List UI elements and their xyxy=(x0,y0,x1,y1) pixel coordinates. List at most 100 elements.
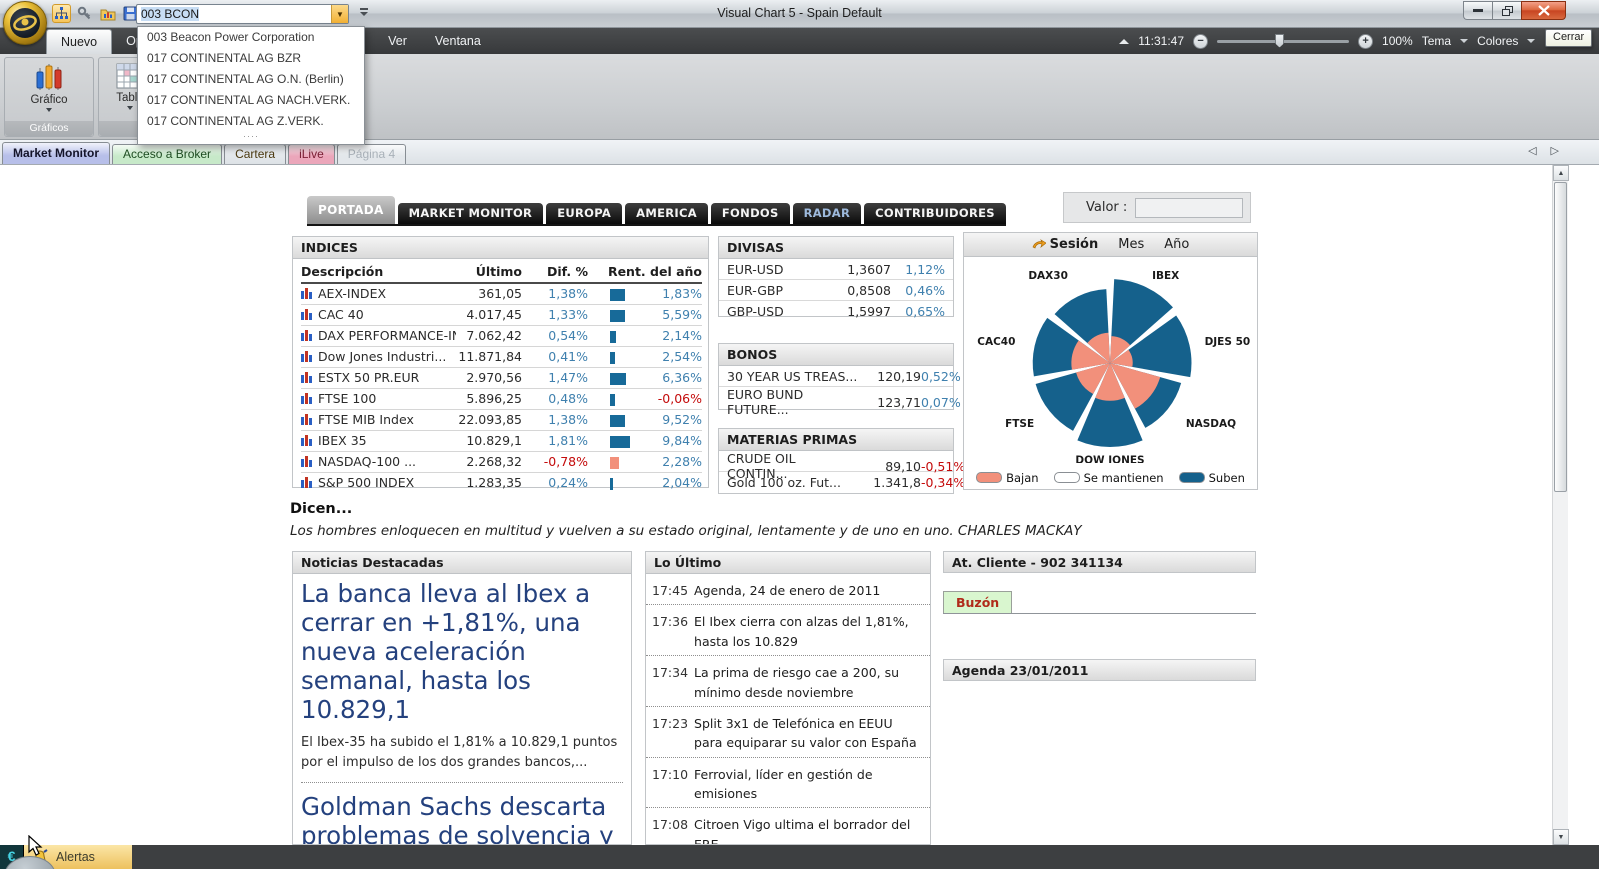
portal-tab-fondos[interactable]: FONDOS xyxy=(710,203,790,224)
index-row[interactable]: ESTX 50 PR.EUR 2.970,56 1,47% 6,36% xyxy=(301,367,702,389)
doc-tab-acceso-a-broker[interactable]: Acceso a Broker xyxy=(112,144,223,164)
portal-tab-market-monitor[interactable]: MARKET MONITOR xyxy=(397,203,544,224)
tab-scroll-arrows[interactable]: ◁▷ xyxy=(1528,144,1573,157)
symbol-input[interactable]: 003 BCON xyxy=(137,7,331,21)
zoom-out-button[interactable]: − xyxy=(1193,33,1209,49)
restore-button[interactable] xyxy=(1492,1,1521,20)
index-row[interactable]: Dow Jones Industri... 11.871,84 0,41% 2,… xyxy=(301,346,702,368)
doc-tab-cartera[interactable]: Cartera xyxy=(224,144,287,164)
index-row[interactable]: AEX-INDEX 361,05 1,38% 1,83% xyxy=(301,283,702,305)
grafico-dropdown-icon xyxy=(46,108,52,112)
legend-item-suben: Suben xyxy=(1178,471,1245,485)
dropdown-more-indicator[interactable]: ···· xyxy=(138,132,364,144)
svg-text:NASDAQ: NASDAQ xyxy=(1186,418,1236,430)
index-row[interactable]: S&P 500 INDEX 1.283,35 0,24% 2,04% xyxy=(301,472,702,493)
news-headline[interactable]: La banca lleva al Ibex a cerrar en +1,81… xyxy=(301,579,623,725)
collapse-ribbon-icon[interactable] xyxy=(1119,38,1130,44)
divisas-row[interactable]: EUR-GBP 0,8508 0,46% xyxy=(719,280,953,301)
portal-tab-contribuidores[interactable]: CONTRIBUIDORES xyxy=(864,203,1006,224)
index-row[interactable]: DAX PERFORMANCE-IN... 7.062,42 0,54% 2,1… xyxy=(301,325,702,347)
doc-tab-ilive[interactable]: iLive xyxy=(288,144,335,164)
svg-text:CAC40: CAC40 xyxy=(977,336,1015,348)
index-row[interactable]: NASDAQ-100 ... 2.268,32 -0,78% 2,28% xyxy=(301,451,702,473)
chart-tab-sesión[interactable]: Sesión xyxy=(1032,237,1098,252)
ribbon-tab-nuevo[interactable]: Nuevo xyxy=(46,29,113,54)
app-logo[interactable] xyxy=(3,1,47,45)
symbol-dropdown-item[interactable]: 017 CONTINENTAL AG NACH.VERK. xyxy=(138,90,364,111)
scroll-down-button[interactable]: ▼ xyxy=(1553,829,1569,845)
customize-toolbar-icon[interactable] xyxy=(358,7,370,21)
market-breadth-panel: Sesión Mes Año IBEX DJES 50 NASDAQ DOW JONES F… xyxy=(963,232,1258,490)
chart-tab-mes[interactable]: Mes xyxy=(1118,237,1144,252)
tema-menu[interactable]: Tema xyxy=(1422,34,1451,48)
mini-chart-icon xyxy=(301,287,313,302)
vertical-scrollbar[interactable]: ▲ ▼ xyxy=(1552,165,1569,845)
materias-row[interactable]: Gold 100 oz. Fut... 1.341,8 -0,34% xyxy=(719,472,965,493)
zoom-level: 100% xyxy=(1382,34,1413,48)
symbol-dropdown-item[interactable]: 017 CONTINENTAL AG BZR xyxy=(138,48,364,69)
divisas-title: DIVISAS xyxy=(719,237,953,259)
materias-row[interactable]: CRUDE OIL CONTIN... 89,10 -0,51% xyxy=(719,451,965,481)
symbol-combobox[interactable]: 003 BCON ▼ xyxy=(136,4,349,24)
colores-dropdown-icon[interactable] xyxy=(1527,39,1536,43)
zoom-slider[interactable] xyxy=(1217,33,1350,48)
bonos-row[interactable]: 30 YEAR US TREAS... 120,19 0,52% xyxy=(719,366,961,387)
bonos-row[interactable]: EURO BUND FUTURE... 123,71 0,07% xyxy=(719,387,961,417)
close-button[interactable] xyxy=(1521,1,1566,20)
buzon-tab[interactable]: Buzón xyxy=(943,591,1013,613)
doc-tab-página-4[interactable]: Página 4 xyxy=(336,144,407,164)
divisas-row[interactable]: GBP-USD 1,5997 0,65% xyxy=(719,301,953,322)
dif-bar xyxy=(610,477,613,490)
portal-tab-america[interactable]: AMERICA xyxy=(625,203,708,224)
lo-ultimo-item[interactable]: 17:45 Agenda, 24 de enero de 2011 xyxy=(646,574,930,606)
materias-rows: CRUDE OIL CONTIN... 89,10 -0,51% Gold 100… xyxy=(719,451,965,493)
minimize-icon xyxy=(1473,9,1483,12)
chart-tabs: Sesión Mes Año xyxy=(964,233,1257,257)
lo-ultimo-item[interactable]: 17:36 El Ibex cierra con alzas del 1,81%,… xyxy=(646,605,930,657)
portal-tab-portada[interactable]: PORTADA xyxy=(307,196,395,224)
tema-dropdown-icon[interactable] xyxy=(1460,39,1469,43)
index-row[interactable]: CAC 40 4.017,45 1,33% 5,59% xyxy=(301,304,702,326)
status-bar: € Alertas xyxy=(0,845,1599,869)
symbol-dropdown-item[interactable]: 003 Beacon Power Corporation xyxy=(138,27,364,48)
grafico-button[interactable]: Gráfico xyxy=(20,62,78,122)
lo-ultimo-item[interactable]: 17:34 La prima de riesgo cae a 200, su mí… xyxy=(646,656,930,707)
cliente-title: At. Cliente - 902 341134 xyxy=(943,551,1256,573)
portal-tab-radar[interactable]: RADAR xyxy=(792,203,862,224)
lo-ultimo-item[interactable]: 17:23 Split 3x1 de Telefónica en EEUU par… xyxy=(646,707,930,758)
key-icon[interactable] xyxy=(75,4,94,23)
indices-panel: INDICES Descripción Último Dif. % Rent. de… xyxy=(292,236,709,490)
bonos-rows: 30 YEAR US TREAS... 120,19 0,52% EURO BUN… xyxy=(719,366,961,417)
doc-tab-market-monitor[interactable]: Market Monitor xyxy=(2,142,111,164)
restore-icon xyxy=(1501,5,1513,16)
zoom-in-button[interactable]: + xyxy=(1358,33,1374,49)
market-depth-icon[interactable] xyxy=(52,4,71,23)
index-row[interactable]: FTSE 100 5.896,25 0,48% -0,06% xyxy=(301,388,702,410)
buzon-tab-row: Buzón xyxy=(943,591,1256,614)
minimize-button[interactable] xyxy=(1463,1,1492,20)
portal-tab-europa[interactable]: EUROPA xyxy=(546,203,623,224)
zoom-slider-thumb[interactable] xyxy=(1275,33,1285,48)
chart-tab-año[interactable]: Año xyxy=(1164,237,1189,252)
symbol-dropdown-item[interactable]: 017 CONTINENTAL AG O.N. (Berlin) xyxy=(138,69,364,90)
combobox-dropdown-button[interactable]: ▼ xyxy=(331,5,348,23)
index-row[interactable]: FTSE MIB Index 22.093,85 1,38% 9,52% xyxy=(301,409,702,431)
svg-text:DJES 50: DJES 50 xyxy=(1205,336,1251,348)
legend-item-se-mantienen: Se mantienen xyxy=(1053,471,1164,485)
dif-bar xyxy=(610,414,625,427)
lo-ultimo-title: Lo Último xyxy=(646,552,930,574)
ribbon-tab-ver[interactable]: Ver xyxy=(374,28,421,54)
divisas-row[interactable]: EUR-USD 1,3607 1,12% xyxy=(719,259,953,280)
symbol-dropdown-item[interactable]: 017 CONTINENTAL AG Z.VERK. xyxy=(138,111,364,132)
lo-ultimo-item[interactable]: 17:08 Citroen Vigo ultima el borrador del… xyxy=(646,808,930,844)
open-folder-chart-icon[interactable] xyxy=(98,4,117,23)
news-headline[interactable]: Goldman Sachs descarta problemas de solv… xyxy=(301,792,623,844)
colores-menu[interactable]: Colores xyxy=(1477,34,1518,48)
lo-ultimo-item[interactable]: 17:10 Ferrovial, líder en gestión de emis… xyxy=(646,758,930,809)
legend-item-bajan: Bajan xyxy=(976,471,1039,485)
valor-input[interactable] xyxy=(1135,197,1244,218)
scrollbar-thumb[interactable] xyxy=(1554,182,1567,492)
scroll-up-button[interactable]: ▲ xyxy=(1553,165,1569,181)
index-row[interactable]: IBEX 35 10.829,1 1,81% 9,84% xyxy=(301,430,702,452)
ribbon-tab-ventana[interactable]: Ventana xyxy=(421,28,495,54)
